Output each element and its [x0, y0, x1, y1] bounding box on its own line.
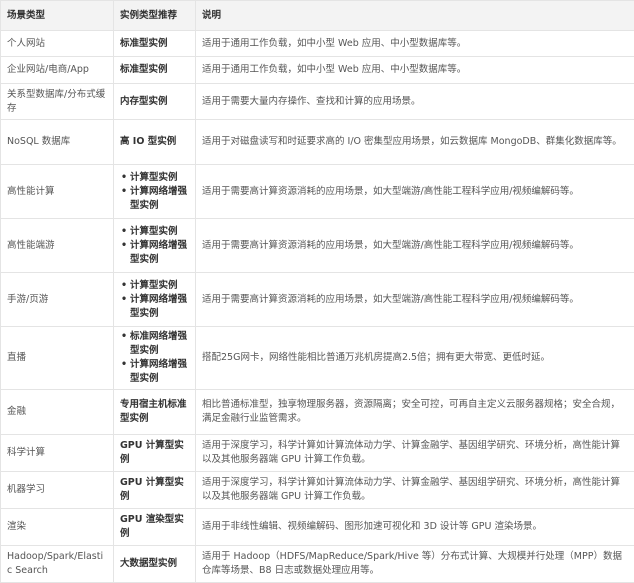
- instance-type-item: 计算型实例: [130, 171, 189, 185]
- instance-type-item: 计算网络增强型实例: [130, 358, 189, 386]
- description-cell: 搭配25G网卡，网络性能相比普通万兆机房提高2.5倍；拥有更大带宽、更低时延。: [196, 327, 634, 390]
- table-row: NoSQL 数据库高 IO 型实例 适用于对磁盘读写和时延要求高的 I/O 密集型…: [1, 120, 634, 165]
- description-cell: 适用于通用工作负载，如中小型 Web 应用、中小型数据库等。: [196, 57, 634, 84]
- instance-type-cell: 专用宿主机标准型实例: [114, 390, 196, 435]
- instance-type-cell: GPU 计算型实例: [114, 472, 196, 509]
- table-row: 企业网站/电商/App 标准型实例 适用于通用工作负载，如中小型 Web 应用、中小…: [1, 57, 634, 84]
- scene-cell: 高性能端游: [1, 219, 114, 273]
- instance-type-cell: 计算型实例计算网络增强型实例: [114, 165, 196, 219]
- instance-type-cell: 标准网络增强型实例计算网络增强型实例: [114, 327, 196, 390]
- scene-cell: 关系型数据库/分布式缓存: [1, 84, 114, 120]
- table-row: Hadoop/Spark/Elastic Search 大数据型实例 适用于 Had…: [1, 546, 634, 583]
- description-cell: 适用于需要高计算资源消耗的应用场景，如大型端游/高性能工程科学应用/视频编解码等…: [196, 165, 634, 219]
- header-instance-type: 实例类型推荐: [114, 1, 196, 31]
- scene-cell: 渲染: [1, 509, 114, 546]
- instance-type-item: 计算网络增强型实例: [130, 185, 189, 213]
- table-row: 直播标准网络增强型实例计算网络增强型实例搭配25G网卡，网络性能相比普通万兆机房…: [1, 327, 634, 390]
- instance-type-item: 计算型实例: [130, 279, 189, 293]
- scene-cell: 企业网站/电商/App: [1, 57, 114, 84]
- instance-type-item: 标准网络增强型实例: [130, 330, 189, 358]
- instance-type-text: 高 IO 型实例: [120, 136, 176, 147]
- instance-type-text: 标准型实例: [120, 64, 168, 75]
- instance-recommendation-table: 场景类型 实例类型推荐 说明 个人网站标准型实例适用于通用工作负载，如中小型 W…: [0, 0, 634, 583]
- scene-cell: 机器学习: [1, 472, 114, 509]
- scene-cell: 科学计算: [1, 435, 114, 472]
- instance-type-cell: 内存型实例: [114, 84, 196, 120]
- description-cell: 适用于深度学习，科学计算如计算流体动力学、计算金融学、基因组学研究、环境分析，高…: [196, 435, 634, 472]
- instance-type-text: GPU 计算型实例: [120, 440, 184, 465]
- instance-type-cell: 标准型实例: [114, 31, 196, 57]
- table-row: 渲染GPU 渲染型实例适用于非线性编辑、视频编解码、图形加速可视化和 3D 设计…: [1, 509, 634, 546]
- header-scene-type: 场景类型: [1, 1, 114, 31]
- description-cell: 适用于对磁盘读写和时延要求高的 I/O 密集型应用场景，如云数据库 MongoD…: [196, 120, 634, 165]
- instance-type-text: GPU 计算型实例: [120, 477, 184, 502]
- instance-type-cell: 计算型实例计算网络增强型实例: [114, 273, 196, 327]
- instance-type-item: 计算网络增强型实例: [130, 239, 189, 267]
- description-cell: 适用于需要高计算资源消耗的应用场景，如大型端游/高性能工程科学应用/视频编解码等…: [196, 219, 634, 273]
- instance-type-text: 内存型实例: [120, 96, 168, 107]
- header-description: 说明: [196, 1, 634, 31]
- table-header-row: 场景类型 实例类型推荐 说明: [1, 1, 634, 31]
- instance-type-cell: 计算型实例计算网络增强型实例: [114, 219, 196, 273]
- description-cell: 适用于非线性编辑、视频编解码、图形加速可视化和 3D 设计等 GPU 渲染场景。: [196, 509, 634, 546]
- description-cell: 适用于深度学习，科学计算如计算流体动力学、计算金融学、基因组学研究、环境分析，高…: [196, 472, 634, 509]
- scene-cell: 直播: [1, 327, 114, 390]
- instance-type-cell: 标准型实例: [114, 57, 196, 84]
- instance-type-list: 计算型实例计算网络增强型实例: [120, 279, 189, 321]
- instance-type-list: 计算型实例计算网络增强型实例: [120, 171, 189, 213]
- instance-type-cell: 高 IO 型实例: [114, 120, 196, 165]
- instance-type-list: 标准网络增强型实例计算网络增强型实例: [120, 330, 189, 386]
- description-cell: 适用于 Hadoop（HDFS/MapReduce/Spark/Hive 等）分…: [196, 546, 634, 583]
- description-cell: 相比普通标准型，独享物理服务器，资源隔离；安全可控，可再自主定义云服务器规格；安…: [196, 390, 634, 435]
- description-cell: 适用于通用工作负载，如中小型 Web 应用、中小型数据库等。: [196, 31, 634, 57]
- instance-type-cell: GPU 计算型实例: [114, 435, 196, 472]
- instance-type-item: 计算网络增强型实例: [130, 293, 189, 321]
- scene-cell: 金融: [1, 390, 114, 435]
- table-row: 高性能端游计算型实例计算网络增强型实例适用于需要高计算资源消耗的应用场景，如大型…: [1, 219, 634, 273]
- description-cell: 适用于需要大量内存操作、查找和计算的应用场景。: [196, 84, 634, 120]
- description-cell: 适用于需要高计算资源消耗的应用场景，如大型端游/高性能工程科学应用/视频编解码等…: [196, 273, 634, 327]
- table-row: 机器学习GPU 计算型实例适用于深度学习，科学计算如计算流体动力学、计算金融学、…: [1, 472, 634, 509]
- instance-type-list: 计算型实例计算网络增强型实例: [120, 225, 189, 267]
- instance-type-text: 标准型实例: [120, 38, 168, 49]
- table-row: 金融专用宿主机标准型实例相比普通标准型，独享物理服务器，资源隔离；安全可控，可再…: [1, 390, 634, 435]
- table-row: 手游/页游计算型实例计算网络增强型实例适用于需要高计算资源消耗的应用场景，如大型…: [1, 273, 634, 327]
- table-row: 关系型数据库/分布式缓存内存型实例 适用于需要大量内存操作、查找和计算的应用场景。: [1, 84, 634, 120]
- table-row: 高性能计算计算型实例计算网络增强型实例适用于需要高计算资源消耗的应用场景，如大型…: [1, 165, 634, 219]
- scene-cell: 个人网站: [1, 31, 114, 57]
- instance-type-text: 大数据型实例: [120, 558, 177, 569]
- table-row: 科学计算GPU 计算型实例适用于深度学习，科学计算如计算流体动力学、计算金融学、…: [1, 435, 634, 472]
- instance-type-text: GPU 渲染型实例: [120, 514, 184, 539]
- scene-cell: NoSQL 数据库: [1, 120, 114, 165]
- instance-type-cell: GPU 渲染型实例: [114, 509, 196, 546]
- scene-cell: Hadoop/Spark/Elastic Search: [1, 546, 114, 583]
- instance-type-text: 专用宿主机标准型实例: [120, 399, 187, 424]
- instance-type-cell: 大数据型实例: [114, 546, 196, 583]
- scene-cell: 手游/页游: [1, 273, 114, 327]
- instance-type-item: 计算型实例: [130, 225, 189, 239]
- scene-cell: 高性能计算: [1, 165, 114, 219]
- table-row: 个人网站标准型实例 适用于通用工作负载，如中小型 Web 应用、中小型数据库等。: [1, 31, 634, 57]
